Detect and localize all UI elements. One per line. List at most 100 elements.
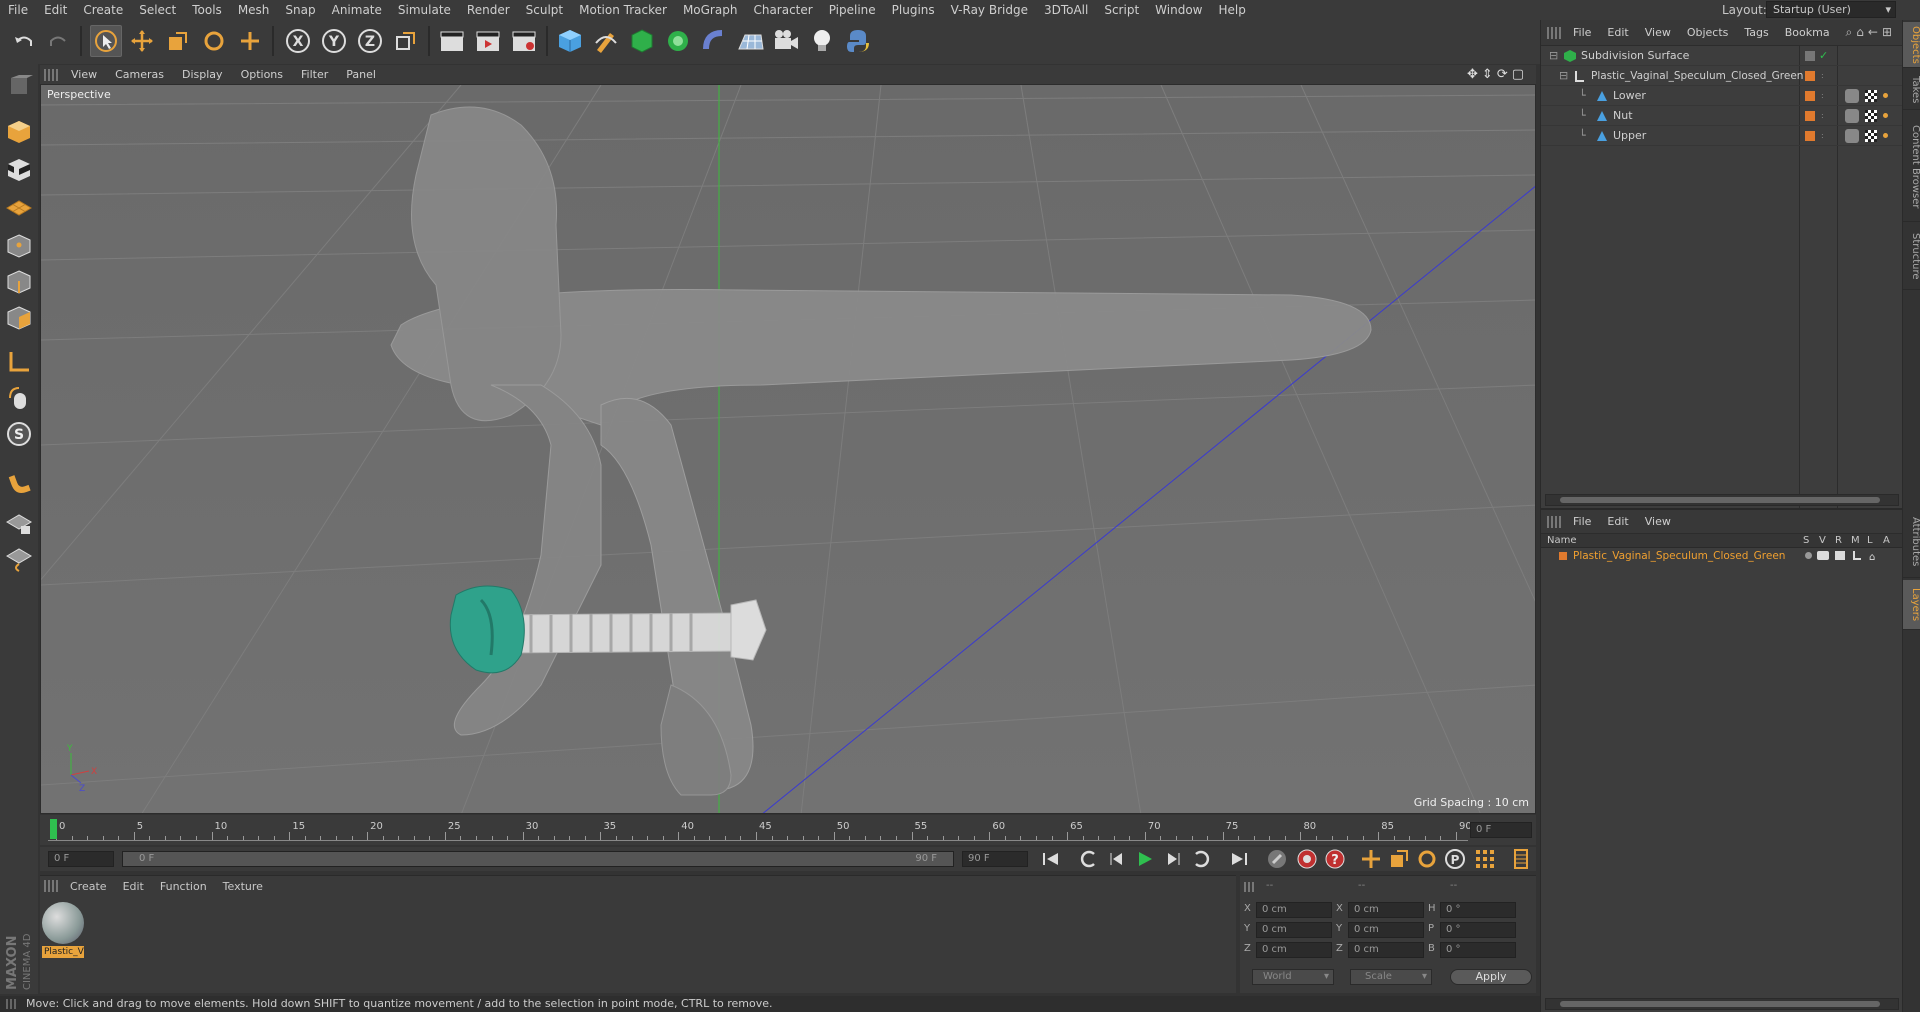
texture-mode-button[interactable] [3,154,35,186]
z-axis-button[interactable]: Z [354,25,386,57]
menu-pipeline[interactable]: Pipeline [821,0,884,20]
camera-button[interactable] [770,25,802,57]
pen-spline-button[interactable] [590,25,622,57]
menu-select[interactable]: Select [131,0,184,20]
redo-button[interactable] [42,25,74,57]
coordinate-space-dropdown[interactable]: World ▾ [1252,969,1334,985]
material-tag-icon[interactable] [1865,89,1877,102]
tab-layers[interactable]: Layers [1903,580,1920,630]
next-key-button[interactable] [1190,848,1212,870]
object-row-upper[interactable]: └ Upper : [1541,126,1902,146]
key-rotation-button[interactable] [1416,848,1438,870]
axis-mode-button[interactable] [3,346,35,378]
layout-dropdown[interactable]: Startup (User) ▾ [1766,1,1896,18]
render-settings-button[interactable] [508,25,540,57]
layers-scrollbar[interactable] [1545,998,1899,1010]
undo-button[interactable] [8,25,40,57]
layer-swatch[interactable] [1805,70,1815,81]
viewport-menu-panel[interactable]: Panel [337,68,385,81]
menu-plugins[interactable]: Plugins [884,0,943,20]
edges-mode-button[interactable] [3,266,35,298]
material-tag-icon[interactable] [1865,109,1877,122]
python-button[interactable] [842,25,874,57]
move-tool-button[interactable] [126,25,158,57]
x-axis-button[interactable]: X [282,25,314,57]
render-icon[interactable] [1835,551,1845,560]
timeline-layout-button[interactable] [1510,848,1532,870]
visibility-dots-icon[interactable]: : [1821,71,1824,80]
collapse-icon[interactable]: ⊟ [1549,49,1559,62]
objects-nav-icons[interactable]: ⌕⌂←⊞ [1846,25,1896,40]
object-tree-scrollbar[interactable] [1545,494,1899,506]
objects-menu-view[interactable]: View [1637,26,1679,39]
scrollbar-thumb[interactable] [1560,497,1880,503]
record-keys-button[interactable] [1266,848,1288,870]
cloner-button[interactable] [662,25,694,57]
snap-button[interactable]: S [3,418,35,450]
coord-value-field[interactable]: 0 cm [1348,922,1424,938]
polygons-mode-button[interactable] [3,302,35,334]
tab-attributes[interactable]: Attributes [1903,506,1920,578]
object-row-subdivision-surface[interactable]: ⊟ Subdivision Surface ✓ [1541,46,1902,66]
coord-value-field[interactable]: 0 cm [1256,902,1332,918]
viewport-menu-cameras[interactable]: Cameras [106,68,173,81]
visibility-dots-icon[interactable]: : [1821,131,1824,140]
previous-frame-button[interactable] [1106,848,1128,870]
menu-mesh[interactable]: Mesh [230,0,278,20]
coord-value-field[interactable]: 0 cm [1256,922,1332,938]
y-axis-button[interactable]: Y [318,25,350,57]
key-parameter-button[interactable]: P [1444,848,1466,870]
material-menu-function[interactable]: Function [152,880,215,893]
coord-value-field[interactable]: 0 ° [1440,922,1516,938]
menu-snap[interactable]: Snap [277,0,323,20]
object-row-speculum[interactable]: ⊟ Plastic_Vaginal_Speculum_Closed_Green … [1541,66,1902,86]
play-button[interactable] [1134,848,1156,870]
check-icon[interactable]: ✓ [1819,49,1828,62]
phong-tag-icon[interactable] [1845,128,1859,143]
coord-value-field[interactable]: 0 ° [1440,902,1516,918]
menu-mograph[interactable]: MoGraph [675,0,746,20]
material-menu-edit[interactable]: Edit [115,880,152,893]
menu-edit[interactable]: Edit [36,0,75,20]
floor-button[interactable] [734,25,766,57]
autokey-button[interactable] [1296,848,1318,870]
objects-menu-edit[interactable]: Edit [1599,26,1636,39]
material-tag-icon[interactable] [1865,129,1877,142]
objects-menu-bookmarks[interactable]: Bookma [1777,26,1838,39]
tab-structure[interactable]: Structure [1903,224,1920,290]
keyframe-selection-button[interactable]: ? [1324,848,1346,870]
render-view-button[interactable] [436,25,468,57]
key-pla-button[interactable] [1474,848,1496,870]
menu-simulate[interactable]: Simulate [390,0,459,20]
3d-viewport[interactable]: Y X Z Perspective Grid Spacing : 10 cm [40,84,1536,814]
make-editable-button[interactable] [3,70,35,102]
viewport-menu-view[interactable]: View [62,68,106,81]
layers-menu-edit[interactable]: Edit [1599,515,1636,528]
coordinate-system-button[interactable] [390,25,422,57]
layer-swatch[interactable] [1805,50,1815,61]
menu-sculpt[interactable]: Sculpt [518,0,571,20]
playhead[interactable] [50,819,57,839]
lock-icon[interactable]: ⌂ [1869,550,1875,566]
render-picture-viewer-button[interactable] [472,25,504,57]
phong-tag-icon[interactable] [1845,88,1859,103]
magnet-button[interactable] [3,466,35,498]
menu-create[interactable]: Create [75,0,131,20]
rotate-tool-button[interactable] [198,25,230,57]
tab-objects[interactable]: Objects [1903,22,1920,68]
go-to-start-button[interactable] [1040,848,1062,870]
object-row-nut[interactable]: └ Nut : [1541,106,1902,126]
scrollbar-thumb[interactable] [1560,1001,1880,1007]
tab-content-browser[interactable]: Content Browser [1903,112,1920,222]
workplane-mode-button[interactable] [3,192,35,224]
select-tool-button[interactable] [90,25,122,57]
workplane-lock-button[interactable] [3,542,35,574]
layer-swatch[interactable] [1805,130,1815,141]
go-to-end-button[interactable] [1228,848,1250,870]
layers-menu-file[interactable]: File [1565,515,1599,528]
objects-menu-tags[interactable]: Tags [1736,26,1776,39]
live-selection-button[interactable] [234,25,266,57]
menu-character[interactable]: Character [745,0,820,20]
coord-value-field[interactable]: 0 cm [1348,942,1424,958]
collapse-icon[interactable]: ⊟ [1559,69,1569,82]
